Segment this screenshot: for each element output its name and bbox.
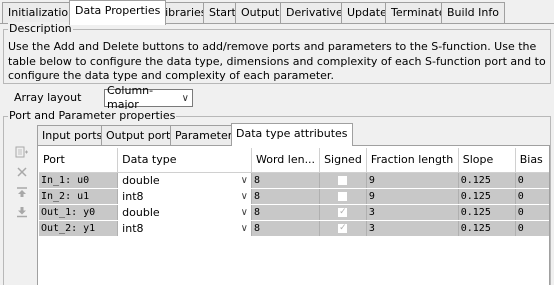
data-type-select[interactable]: double ∨ xyxy=(117,204,252,221)
chevron-down-icon: ∨ xyxy=(240,206,248,218)
word-length-cell[interactable]: 8 xyxy=(251,188,321,205)
data-type-table-pane: Port Data type Word len... Signed Fracti… xyxy=(37,145,550,285)
tab-data-properties[interactable]: Data Properties xyxy=(69,0,167,25)
description-text: Use the Add and Delete buttons to add/re… xyxy=(8,40,546,82)
column-header-data-type[interactable]: Data type xyxy=(117,148,252,173)
signed-checkbox[interactable]: ✓ xyxy=(337,207,349,218)
data-type-select[interactable]: int8 ∨ xyxy=(117,220,252,237)
signed-cell: ✓ xyxy=(319,220,367,237)
fraction-length-cell[interactable]: 9 xyxy=(366,188,459,205)
array-layout-label: Array layout xyxy=(14,91,82,104)
tab-build-info[interactable]: Build Info xyxy=(441,2,505,23)
chevron-down-icon: ∨ xyxy=(240,190,248,202)
tab-input-ports[interactable]: Input ports xyxy=(37,125,108,145)
data-type-value: double xyxy=(122,205,160,219)
table-row: In_1: u0 double ∨ 8 9 0.125 0 xyxy=(39,172,549,189)
slope-cell[interactable]: 0.125 xyxy=(458,172,516,189)
column-header-slope[interactable]: Slope xyxy=(458,148,516,173)
signed-checkbox[interactable] xyxy=(337,175,349,186)
tab-strip: Initialization Data Properties Libraries… xyxy=(0,0,554,25)
fraction-length-cell[interactable]: 9 xyxy=(366,172,459,189)
tab-output-ports[interactable]: Output ports xyxy=(101,125,181,145)
bias-cell[interactable]: 0 xyxy=(515,204,549,221)
table-row: In_2: u1 int8 ∨ 8 9 0.125 0 xyxy=(39,188,549,205)
signed-cell xyxy=(319,172,367,189)
fraction-length-cell[interactable]: 3 xyxy=(366,220,459,237)
description-title: Description xyxy=(8,22,73,36)
bias-cell[interactable]: 0 xyxy=(515,188,549,205)
array-layout-select[interactable]: Column-major ∨ xyxy=(104,84,193,111)
bias-cell[interactable]: 0 xyxy=(515,220,549,237)
word-length-cell[interactable]: 8 xyxy=(251,172,321,189)
column-header-word-length[interactable]: Word len... xyxy=(251,148,321,173)
delete-icon[interactable] xyxy=(12,163,32,181)
port-cell[interactable]: In_1: u0 xyxy=(39,172,119,189)
slope-cell[interactable]: 0.125 xyxy=(458,220,516,237)
data-type-select[interactable]: int8 ∨ xyxy=(117,188,252,205)
port-cell[interactable]: In_2: u1 xyxy=(39,188,119,205)
slope-cell[interactable]: 0.125 xyxy=(458,204,516,221)
table-row: Out_2: y1 int8 ∨ 8 ✓ 3 0.125 0 xyxy=(39,220,549,237)
port-cell[interactable]: Out_1: y0 xyxy=(39,204,119,221)
fraction-length-cell[interactable]: 3 xyxy=(366,204,459,221)
signed-checkbox[interactable]: ✓ xyxy=(337,223,349,234)
port-parameter-title: Port and Parameter properties xyxy=(8,109,177,123)
word-length-cell[interactable]: 8 xyxy=(251,220,321,237)
column-header-signed[interactable]: Signed xyxy=(319,148,367,173)
data-type-select[interactable]: double ∨ xyxy=(117,172,252,189)
description-group: Description Use the Add and Delete butto… xyxy=(3,22,551,84)
table-header-row: Port Data type Word len... Signed Fracti… xyxy=(39,148,549,173)
data-type-value: int8 xyxy=(122,189,144,203)
signed-cell: ✓ xyxy=(319,204,367,221)
column-header-bias[interactable]: Bias xyxy=(515,148,549,173)
data-type-value: double xyxy=(122,173,160,187)
signed-checkbox[interactable] xyxy=(337,191,349,202)
add-icon[interactable] xyxy=(12,143,32,161)
tab-data-type-attributes[interactable]: Data type attributes xyxy=(231,123,353,146)
data-type-table: Port Data type Word len... Signed Fracti… xyxy=(39,148,549,237)
column-header-port[interactable]: Port xyxy=(39,148,119,173)
chevron-down-icon: ∨ xyxy=(181,92,189,104)
chevron-down-icon: ∨ xyxy=(240,174,248,186)
move-down-icon[interactable] xyxy=(12,203,32,221)
data-type-value: int8 xyxy=(122,221,144,235)
array-layout-value: Column-major xyxy=(107,84,154,111)
bias-cell[interactable]: 0 xyxy=(515,172,549,189)
table-row: Out_1: y0 double ∨ 8 ✓ 3 0.125 0 xyxy=(39,204,549,221)
move-up-icon[interactable] xyxy=(12,183,32,201)
signed-cell xyxy=(319,188,367,205)
word-length-cell[interactable]: 8 xyxy=(251,204,321,221)
column-header-fraction-length[interactable]: Fraction length xyxy=(366,148,459,173)
slope-cell[interactable]: 0.125 xyxy=(458,188,516,205)
chevron-down-icon: ∨ xyxy=(240,222,248,234)
port-cell[interactable]: Out_2: y1 xyxy=(39,220,119,237)
